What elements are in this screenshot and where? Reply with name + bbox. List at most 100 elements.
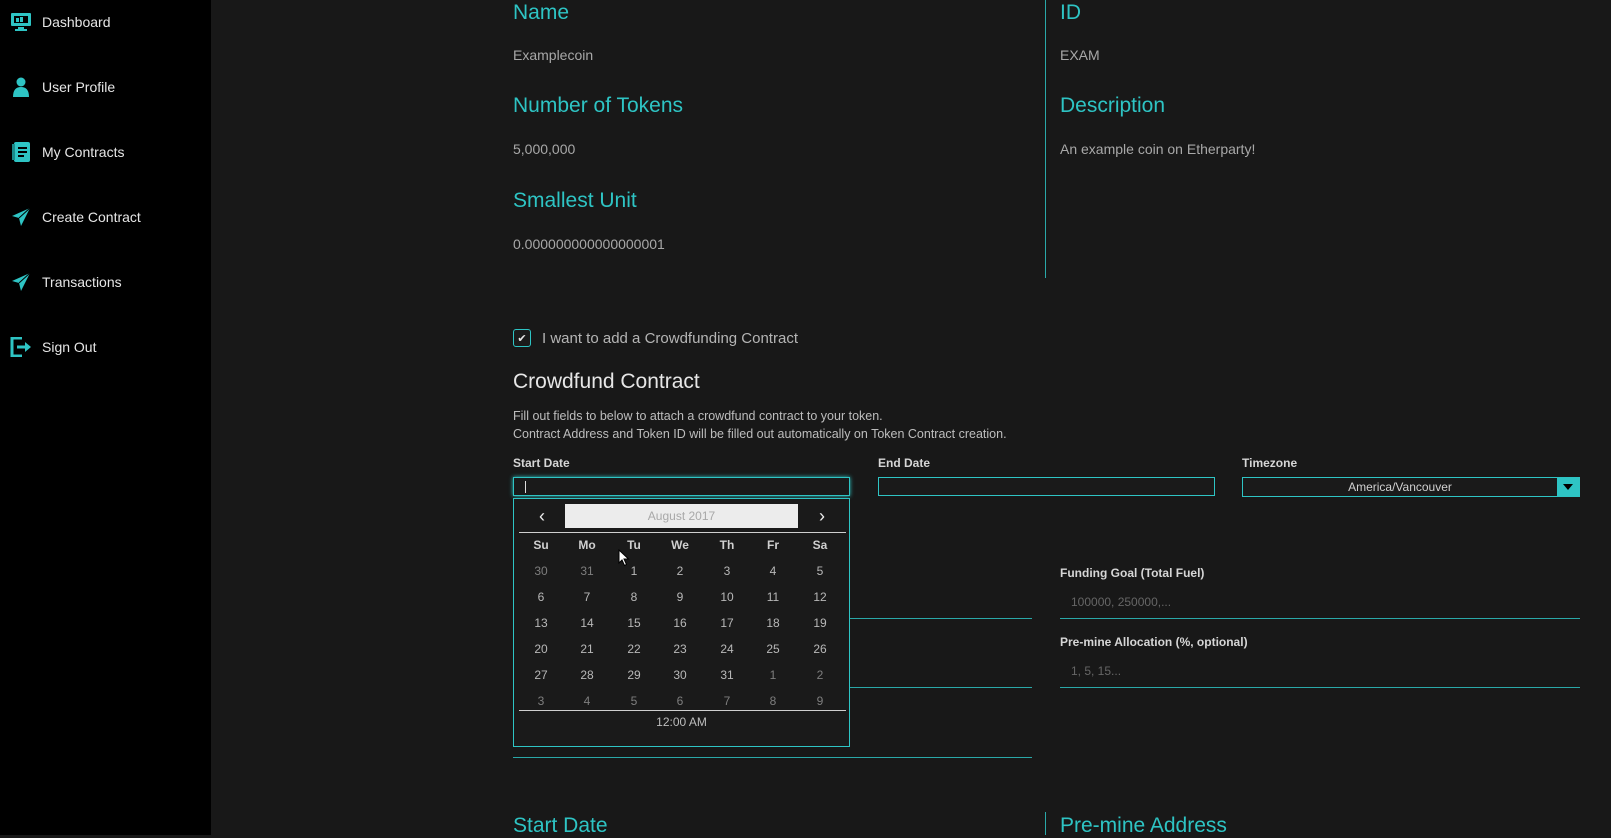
calendar-day[interactable]: 17 [704,613,750,633]
sidebar-item-label: Sign Out [42,339,97,355]
weekday-header: Th [719,538,735,552]
calendar-day[interactable]: 2 [657,561,703,581]
tokens-value: 5,000,000 [513,141,576,157]
calendar-day[interactable]: 10 [704,587,750,607]
description-heading: Description [1060,94,1166,117]
end-date-input[interactable] [878,477,1215,496]
calendar-day[interactable]: 7 [564,587,610,607]
sign-out-icon [10,336,32,358]
sidebar-item-transactions[interactable]: Transactions [0,262,211,302]
premine-input[interactable]: 1, 5, 15... [1071,664,1121,678]
start-date-label: Start Date [513,456,570,470]
contracts-icon [10,141,32,163]
calendar-day[interactable]: 13 [518,613,564,633]
left-field-underline [850,618,1032,619]
calendar-day[interactable]: 3 [704,561,750,581]
calendar-day[interactable]: 16 [657,613,703,633]
calendar-day[interactable]: 9 [657,587,703,607]
calendar-day[interactable]: 7 [704,691,750,711]
sidebar-item-user-profile[interactable]: User Profile [0,67,211,107]
start-date-input[interactable] [513,477,850,496]
weekday-header: Fr [767,538,779,552]
timezone-label: Timezone [1242,456,1298,470]
sidebar-item-dashboard[interactable]: Dashboard [0,2,211,42]
calendar-day[interactable]: 30 [518,561,564,581]
calendar-day[interactable]: 20 [518,639,564,659]
calendar-day[interactable]: 5 [797,561,843,581]
sidebar-item-label: Create Contract [42,209,141,225]
chevron-down-icon[interactable] [1557,478,1579,496]
tokens-heading: Number of Tokens [513,94,684,117]
calendar-day[interactable]: 4 [564,691,610,711]
calendar-day[interactable]: 2 [797,665,843,685]
calendar-day[interactable]: 31 [704,665,750,685]
sidebar-item-create-contract[interactable]: Create Contract [0,197,211,237]
column-divider [1045,812,1046,835]
calendar-day[interactable]: 12 [797,587,843,607]
calendar-day[interactable]: 30 [657,665,703,685]
sidebar-item-sign-out[interactable]: Sign Out [0,327,211,367]
weekday-header: Su [533,538,549,552]
calendar-day[interactable]: 24 [704,639,750,659]
crowdfund-title: Crowdfund Contract [513,370,700,393]
calendar-day[interactable]: 1 [750,665,796,685]
calendar-day[interactable]: 28 [564,665,610,685]
send-icon [10,271,32,293]
crowdfund-checkbox-label: I want to add a Crowdfunding Contract [542,330,798,347]
calendar-day[interactable]: 6 [657,691,703,711]
sidebar-item-my-contracts[interactable]: My Contracts [0,132,211,172]
sidebar-item-label: Dashboard [42,14,111,30]
calendar-day[interactable]: 9 [797,691,843,711]
prev-month-button[interactable]: ‹ [527,504,557,528]
picker-divider [519,710,846,711]
unit-heading: Smallest Unit [513,189,637,212]
calendar-day[interactable]: 8 [750,691,796,711]
calendar-day[interactable]: 22 [611,639,657,659]
left-field-underline [513,757,1032,758]
next-month-button[interactable]: › [807,504,837,528]
calendar-day[interactable]: 3 [518,691,564,711]
send-icon [10,206,32,228]
funding-goal-input[interactable]: 100000, 250000,... [1071,595,1171,609]
funding-goal-label: Funding Goal (Total Fuel) [1060,566,1205,580]
time-toggle[interactable]: 12:00 AM [514,715,849,729]
crowdfund-checkbox[interactable]: ✔ [513,329,531,347]
unit-value: 0.000000000000000001 [513,236,665,252]
id-heading: ID [1060,1,1081,24]
calendar-day[interactable]: 23 [657,639,703,659]
left-field-underline [850,687,1032,688]
calendar-day[interactable]: 4 [750,561,796,581]
user-icon [10,76,32,98]
calendar-day[interactable]: 26 [797,639,843,659]
timezone-value: America/Vancouver [1348,480,1452,494]
calendar-day[interactable]: 19 [797,613,843,633]
funding-goal-underline [1060,618,1580,619]
calendar-day[interactable]: 6 [518,587,564,607]
calendar-day[interactable]: 29 [611,665,657,685]
calendar-day[interactable]: 31 [564,561,610,581]
sidebar-item-label: User Profile [42,79,116,95]
crowdfund-desc-line1: Fill out fields to below to attach a cro… [513,409,883,423]
calendar-day[interactable]: 5 [611,691,657,711]
calendar-day[interactable]: 8 [611,587,657,607]
calendar-day[interactable]: 25 [750,639,796,659]
calendar-day[interactable]: 15 [611,613,657,633]
sidebar-item-label: Transactions [42,274,122,290]
checkmark-icon: ✔ [517,332,527,345]
text-caret [525,481,526,493]
premine-underline [1060,687,1580,688]
calendar-day[interactable]: 14 [564,613,610,633]
month-switch[interactable]: August 2017 [565,504,798,528]
name-heading: Name [513,1,570,24]
mouse-cursor-icon [618,549,630,567]
date-picker: ‹ August 2017 › Su Mo Tu We Th Fr Sa 30 31 1 2 3 4 5 6… [513,498,850,747]
crowdfund-desc-line2: Contract Address and Token ID will be fi… [513,427,1007,441]
sidebar-item-label: My Contracts [42,144,125,160]
calendar-day[interactable]: 18 [750,613,796,633]
timezone-select[interactable]: America/Vancouver [1242,477,1580,497]
weekday-header: Mo [578,538,596,552]
calendar-day[interactable]: 21 [564,639,610,659]
calendar-day[interactable]: 27 [518,665,564,685]
calendar-day[interactable]: 11 [750,587,796,607]
description-value: An example coin on Etherparty! [1060,141,1256,157]
